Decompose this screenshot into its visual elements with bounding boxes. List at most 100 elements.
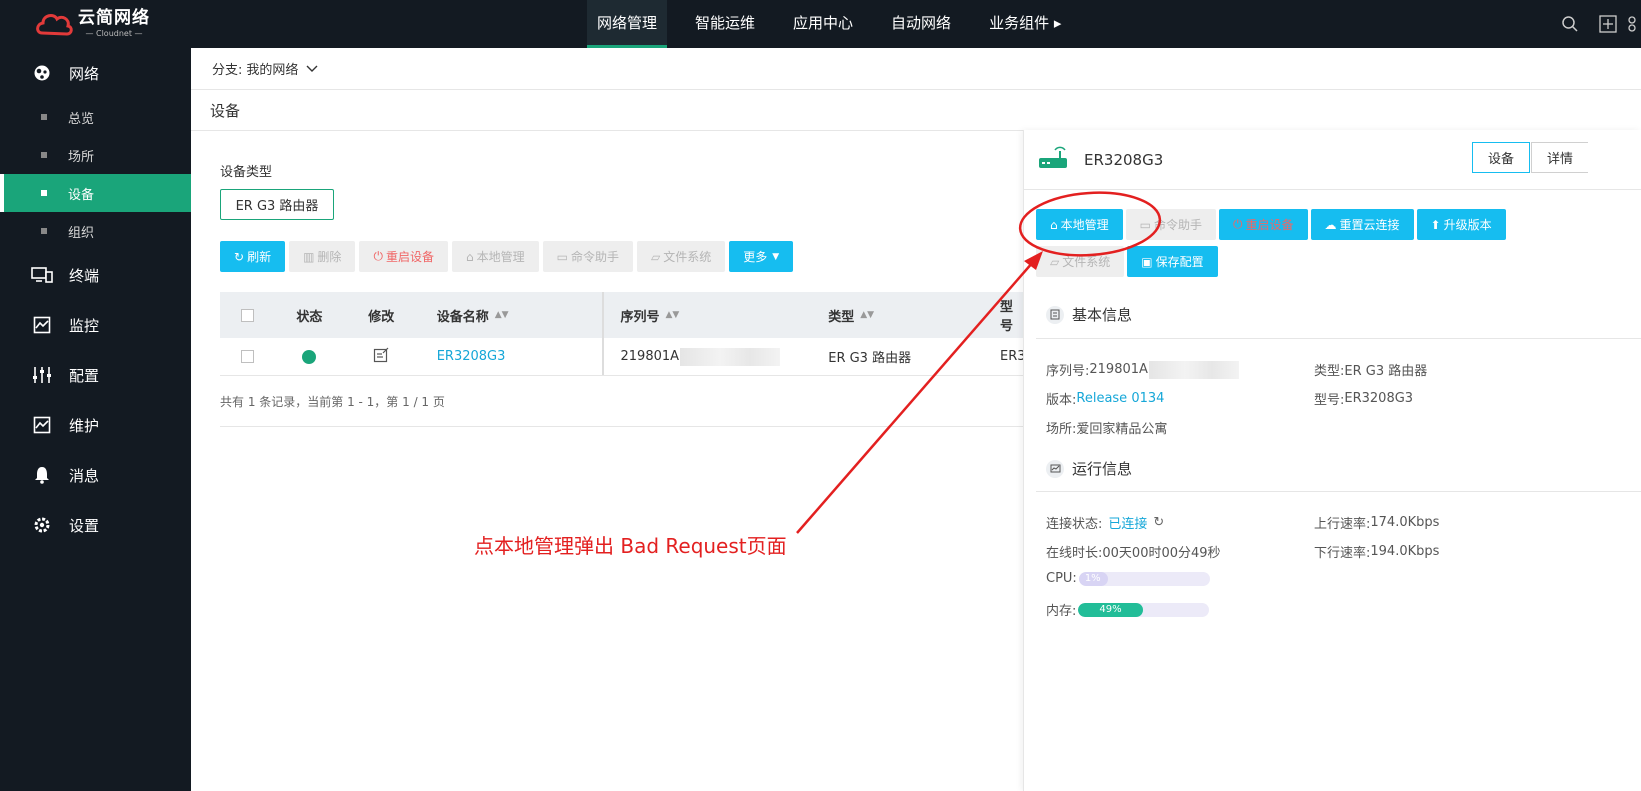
- sliders-icon: [31, 364, 53, 386]
- panel-file-system-button[interactable]: ▱ 文件系统: [1036, 246, 1125, 277]
- cmd-helper-label: 命令助手: [570, 250, 619, 264]
- sidebar-group-monitoring[interactable]: 监控: [0, 300, 191, 350]
- tab-details[interactable]: 详情: [1531, 142, 1589, 173]
- annotation-text: 点本地管理弹出 Bad Request页面: [474, 534, 787, 558]
- bell-icon: [31, 464, 53, 486]
- logo[interactable]: 云简网络 — Cloudnet —: [34, 8, 150, 40]
- power-icon: ⏻: [373, 249, 383, 263]
- redacted-blur: [680, 347, 781, 366]
- panel-actions: ⌂ 本地管理 ▭ 命令助手 ⏻ 重启设备 ☁ 重置云连接 ⬆ 升级版本 ▱ 文件系统 ▣ 保存…: [1036, 209, 1556, 283]
- more-label: 更多: [743, 250, 768, 264]
- panel-upgrade-button[interactable]: ⬆ 升级版本: [1416, 209, 1506, 240]
- topnav-smart-ops[interactable]: 智能运维: [685, 0, 765, 48]
- memory-progress-fill: 49%: [1078, 602, 1143, 617]
- pagination-summary: 共有 1 条记录，当前第 1 - 1，第 1 / 1 页: [220, 395, 445, 409]
- refresh-button[interactable]: ↻ 刷新: [220, 241, 286, 272]
- divider: [220, 426, 1023, 427]
- tab-device[interactable]: 设备: [1472, 142, 1531, 173]
- info-cpu: CPU: 1%: [1046, 571, 1210, 586]
- cmd-helper-button[interactable]: ▭ 命令助手: [542, 241, 633, 272]
- header-name[interactable]: 设备名称 ▲▼: [420, 292, 602, 338]
- header-edit: 修改: [368, 309, 395, 325]
- basic-info-title: 基本信息: [1046, 304, 1132, 325]
- branch-selector[interactable]: 分支: 我的网络: [191, 48, 1641, 90]
- sort-icon: ▲▼: [860, 310, 875, 320]
- sidebar-group-config[interactable]: 配置: [0, 350, 191, 400]
- sidebar-group-label: 维护: [69, 416, 100, 435]
- more-button[interactable]: 更多 ▼: [729, 241, 794, 272]
- sidebar-item-overview[interactable]: 总览: [0, 98, 191, 136]
- sidebar-group-terminals[interactable]: 终端: [0, 250, 191, 300]
- delete-button[interactable]: ▥ 删除: [289, 241, 356, 272]
- sidebar-item-devices[interactable]: 设备: [0, 174, 191, 212]
- monitor-icon: [31, 314, 53, 336]
- sidebar-item-organization[interactable]: 组织: [0, 212, 191, 250]
- run-info-title: 运行信息: [1046, 458, 1132, 479]
- sort-icon: ▲▼: [494, 310, 509, 320]
- info-model: 型号: ER3208G3: [1314, 391, 1414, 408]
- select-all-checkbox[interactable]: [241, 308, 255, 322]
- sidebar-group-label: 消息: [69, 466, 100, 485]
- device-name-link[interactable]: ER3208G3: [437, 349, 506, 364]
- add-icon[interactable]: [1589, 0, 1627, 48]
- panel-reset-cloud-button[interactable]: ☁ 重置云连接: [1310, 209, 1414, 240]
- panel-local-manage-button[interactable]: ⌂ 本地管理: [1036, 209, 1123, 240]
- sidebar-item-sites[interactable]: 场所: [0, 136, 191, 174]
- sidebar-group-label: 终端: [69, 266, 100, 285]
- panel-cmd-helper-button[interactable]: ▭ 命令助手: [1125, 209, 1216, 240]
- sidebar-group-label: 网络: [69, 64, 100, 83]
- file-system-button[interactable]: ▱ 文件系统: [636, 241, 726, 272]
- header-type[interactable]: 类型 ▲▼: [811, 292, 983, 338]
- header-serial[interactable]: 序列号 ▲▼: [601, 292, 812, 338]
- device-serial: 219801A: [620, 349, 680, 364]
- online-status-dot: [302, 349, 317, 364]
- sidebar-group-messages[interactable]: 消息: [0, 450, 191, 500]
- memory-progress-bar: 49%: [1078, 602, 1210, 617]
- info-site: 场所: 爱回家精品公寓: [1046, 422, 1168, 437]
- sidebar: 网络 总览 场所 设备 组织 终端 监控 配置 维护 消息 设置: [0, 48, 191, 791]
- cloud-icon: ☁: [1324, 217, 1337, 232]
- panel-title: ER3208G3: [1084, 150, 1164, 169]
- device-type-label: 设备类型: [220, 165, 273, 180]
- panel-save-config-button[interactable]: ▣ 保存配置: [1127, 246, 1218, 277]
- topnav-business-components[interactable]: 业务组件 ▸: [979, 0, 1071, 48]
- topnav-network-management[interactable]: 网络管理: [587, 0, 668, 48]
- home-icon: ⌂: [465, 249, 474, 264]
- table-row[interactable]: ER3208G3 219801A ER G3 路由器 ER3208G3: [220, 338, 1023, 376]
- sort-icon: ▲▼: [665, 310, 680, 320]
- sidebar-item-label: 场所: [68, 149, 95, 165]
- toolbar: ↻ 刷新 ▥ 删除 ⏻ 重启设备 ⌂ 本地管理 ▭ 命令助手 ▱ 文件系统 更多 ▼: [220, 241, 797, 272]
- sidebar-group-maintenance[interactable]: 维护: [0, 400, 191, 450]
- sidebar-item-label: 设备: [68, 187, 95, 203]
- row-checkbox[interactable]: [241, 350, 255, 363]
- search-icon[interactable]: [1551, 0, 1589, 48]
- local-manage-button[interactable]: ⌂ 本地管理: [451, 241, 539, 272]
- panel-reboot-button[interactable]: ⏻ 重启设备: [1219, 209, 1308, 240]
- chevron-down-icon: ▼: [772, 251, 780, 262]
- terminal-icon: ▭: [556, 249, 568, 264]
- sidebar-group-settings[interactable]: 设置: [0, 500, 191, 550]
- device-type-chip[interactable]: ER G3 路由器: [220, 189, 334, 220]
- redacted-blur: [1148, 360, 1239, 379]
- reboot-button[interactable]: ⏻ 重启设备: [359, 241, 448, 272]
- sidebar-group-label: 配置: [69, 366, 100, 385]
- local-manage-label: 本地管理: [476, 250, 525, 264]
- cpu-progress-fill: 1%: [1078, 571, 1108, 586]
- edit-icon[interactable]: [373, 347, 389, 367]
- file-system-label: 文件系统: [663, 250, 712, 264]
- logo-title: 云简网络: [78, 8, 150, 28]
- divider: [1036, 338, 1641, 339]
- chevron-down-icon: [306, 65, 318, 73]
- topnav-auto-network[interactable]: 自动网络: [881, 0, 961, 48]
- divider: [1036, 491, 1641, 492]
- top-icons: [1551, 0, 1641, 48]
- sidebar-group-network[interactable]: 网络: [0, 48, 191, 98]
- info-downstream: 下行速率: 194.0Kbps: [1314, 544, 1440, 561]
- apps-icon[interactable]: [1627, 0, 1641, 48]
- topnav-app-center[interactable]: 应用中心: [783, 0, 863, 48]
- home-icon: ⌂: [1050, 217, 1058, 232]
- gear-icon: [31, 514, 53, 536]
- refresh-icon[interactable]: ↻: [1153, 515, 1164, 530]
- sidebar-group-label: 监控: [69, 316, 100, 335]
- power-icon: ⏻: [1233, 217, 1243, 231]
